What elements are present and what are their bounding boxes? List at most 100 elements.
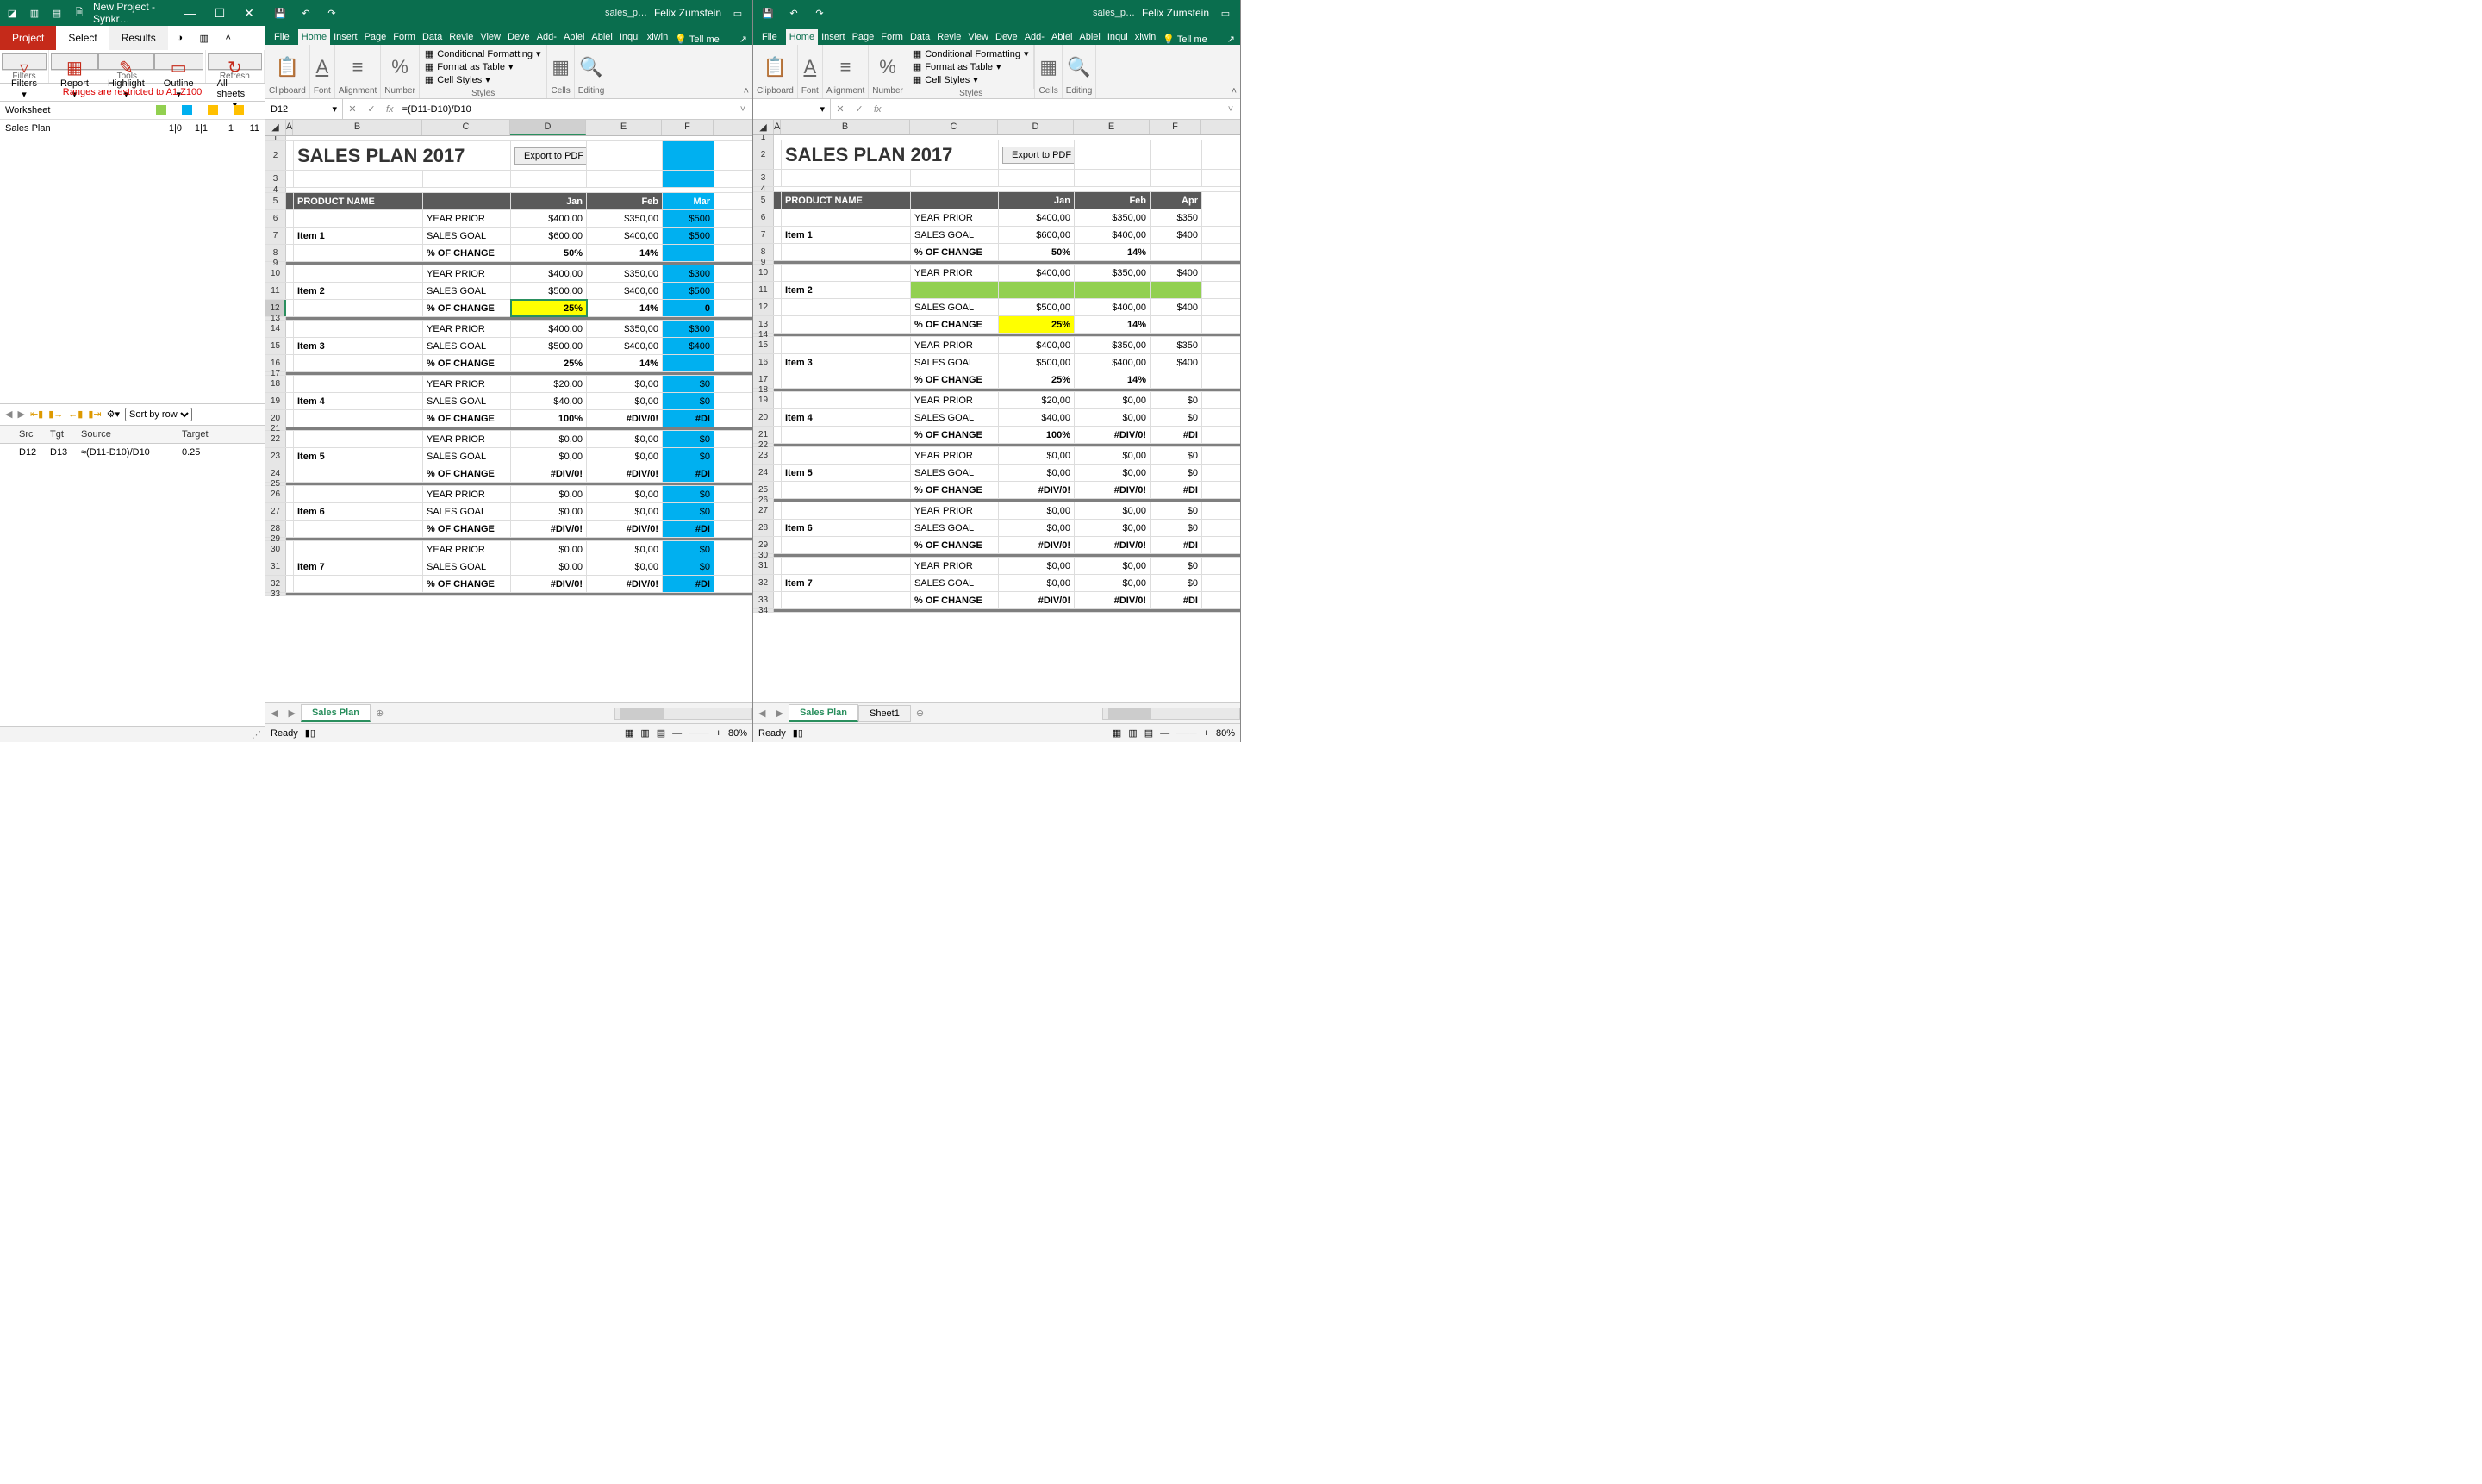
tab-review[interactable]: Revie [446, 29, 477, 45]
sheet-tab-sheet1[interactable]: Sheet1 [858, 705, 911, 722]
save-icon[interactable]: 💾 [758, 8, 777, 19]
resize-grip-icon[interactable]: ⋰ [252, 729, 261, 740]
tab-xlwings[interactable]: xlwin [644, 29, 671, 45]
chevron-up-icon[interactable]: ˄ [216, 26, 240, 50]
share-icon[interactable]: ↗ [1222, 34, 1240, 45]
group-font[interactable]: AFont [310, 45, 335, 98]
group-number[interactable]: %Number [381, 45, 420, 98]
group-alignment[interactable]: ≡Alignment [335, 45, 381, 98]
outline-button[interactable]: ▭Outline▾ [154, 53, 203, 70]
layout-icon-2[interactable]: ▤ [48, 4, 65, 22]
tab-data[interactable]: Data [419, 29, 446, 45]
tab-select[interactable]: Select [56, 26, 109, 50]
titlebar[interactable]: 💾 ↶ ↷ sales_p… Felix Zumstein ▭ [753, 0, 1240, 26]
layout-icon[interactable]: ▥ [26, 4, 43, 22]
nav-icon[interactable]: ⇤▮ [30, 408, 43, 420]
titlebar[interactable]: 💾 ↶ ↷ sales_p… Felix Zumstein ▭ [265, 0, 752, 26]
prev-icon[interactable]: ◀ [5, 408, 12, 420]
tab-ablebits[interactable]: Ablel [560, 29, 588, 45]
nav-icon[interactable]: ▮⇥ [88, 408, 101, 420]
view-break-icon[interactable]: ▤ [657, 727, 665, 739]
expand-fbar-icon[interactable]: ˅ [733, 104, 752, 115]
cell-styles-button[interactable]: ▦Cell Styles▾ [425, 74, 541, 85]
sheet-nav-prev-icon[interactable]: ◀ [265, 708, 283, 719]
ribbon-options-icon[interactable]: ▭ [728, 8, 747, 19]
hscrollbar[interactable] [1102, 708, 1240, 720]
share-icon[interactable]: ↗ [734, 34, 752, 45]
enter-icon[interactable]: ✓ [850, 103, 869, 115]
tab-developer[interactable]: Deve [504, 29, 533, 45]
tab-project[interactable]: Project [0, 26, 56, 50]
grid[interactable]: ◢A B C D E F 12SALES PLAN 2017Export to … [753, 120, 1240, 702]
undo-icon[interactable]: ↶ [296, 8, 315, 19]
highlight-button[interactable]: ✎Highlight▾ [98, 53, 154, 70]
columns-icon[interactable]: ▥ [192, 26, 216, 50]
hscrollbar[interactable] [614, 708, 752, 720]
column-headers[interactable]: ◢A B C D E F [753, 120, 1240, 135]
redo-icon[interactable]: ↷ [322, 8, 341, 19]
group-cells[interactable]: ▦Cells [547, 45, 574, 98]
view-normal-icon[interactable]: ▦ [625, 727, 633, 739]
conditional-formatting-button[interactable]: ▦Conditional Formatting▾ [425, 48, 541, 59]
tab-view[interactable]: View [477, 29, 504, 45]
next-icon[interactable]: ▶ [17, 408, 24, 420]
formula-input[interactable] [399, 104, 733, 115]
name-box[interactable]: ▾ [753, 99, 831, 119]
column-headers[interactable]: ◢A B C D E F [265, 120, 752, 136]
help-icon[interactable]: ◑ [168, 26, 192, 50]
cancel-icon[interactable]: ✕ [343, 103, 362, 115]
tab-page[interactable]: Page [361, 29, 390, 45]
tab-addins[interactable]: Add- [533, 29, 560, 45]
collapse-ribbon-icon[interactable]: ˄ [744, 86, 749, 97]
filters-button[interactable]: ▿Filters▾ [2, 53, 47, 70]
group-clipboard[interactable]: 📋Clipboard [265, 45, 310, 98]
sort-dropdown[interactable]: Sort by row [125, 408, 192, 421]
title-bar[interactable]: ◪ ▥ ▤ 🗎 New Project - Synkr… — ☐ ✕ [0, 0, 265, 26]
diff-row[interactable]: D12D13≈(D11-D10)/D100.25 [0, 444, 265, 461]
sheet-tab-salesplan[interactable]: Sales Plan [789, 704, 858, 722]
view-page-icon[interactable]: ▥ [640, 727, 649, 739]
zoom-out-icon[interactable]: — [672, 728, 682, 739]
worksheet-row[interactable]: Sales Plan 1|0 1|1 1 11 [0, 120, 265, 137]
undo-icon[interactable]: ↶ [784, 8, 803, 19]
zoom-level[interactable]: 80% [728, 728, 747, 739]
group-editing[interactable]: 🔍Editing [575, 45, 609, 98]
format-as-table-button[interactable]: ▦Format as Table▾ [425, 61, 541, 72]
grid[interactable]: ◢A B C D E F 12SALES PLAN 2017Export to … [265, 120, 752, 702]
ribbon-options-icon[interactable]: ▭ [1216, 8, 1235, 19]
tab-formulas[interactable]: Form [390, 29, 419, 45]
macro-icon[interactable]: ▮▯ [793, 727, 803, 739]
nav-icon[interactable]: ←▮ [68, 408, 83, 420]
gear-icon[interactable]: ⚙▾ [107, 408, 120, 420]
cancel-icon[interactable]: ✕ [831, 103, 850, 115]
tab-home[interactable]: Home [298, 29, 330, 45]
add-sheet-icon[interactable]: ⊕ [911, 708, 929, 719]
refresh-button[interactable]: ↻All sheets▾ [208, 53, 262, 70]
nav-icon[interactable]: ▮→ [48, 408, 63, 420]
tab-results[interactable]: Results [109, 26, 168, 50]
tab-inquire[interactable]: Inqui [616, 29, 644, 45]
collapse-ribbon-icon[interactable]: ˄ [1232, 86, 1237, 97]
fx-icon[interactable]: fx [381, 104, 399, 115]
close-button[interactable]: ✕ [237, 6, 261, 21]
tab-home[interactable]: Home [786, 29, 818, 45]
sheet-tab-salesplan[interactable]: Sales Plan [301, 704, 371, 722]
redo-icon[interactable]: ↷ [810, 8, 829, 19]
tell-me[interactable]: 💡Tell me [675, 34, 720, 45]
tab-ablebits2[interactable]: Ablel [588, 29, 615, 45]
sheet-nav-next-icon[interactable]: ▶ [283, 708, 300, 719]
add-sheet-icon[interactable]: ⊕ [371, 708, 389, 719]
macro-icon[interactable]: ▮▯ [305, 727, 315, 739]
save-icon[interactable]: 💾 [271, 8, 290, 19]
formula-input[interactable] [887, 104, 1221, 115]
report-button[interactable]: ▦Report▾ [51, 53, 98, 70]
minimize-button[interactable]: — [178, 6, 203, 20]
tab-insert[interactable]: Insert [330, 29, 361, 45]
tab-file[interactable]: File [753, 29, 786, 45]
tell-me[interactable]: 💡Tell me [1163, 34, 1207, 45]
enter-icon[interactable]: ✓ [362, 103, 381, 115]
name-box[interactable]: ▾ [265, 99, 343, 119]
tab-file[interactable]: File [265, 29, 298, 45]
maximize-button[interactable]: ☐ [208, 6, 232, 21]
fx-icon[interactable]: fx [869, 104, 887, 115]
